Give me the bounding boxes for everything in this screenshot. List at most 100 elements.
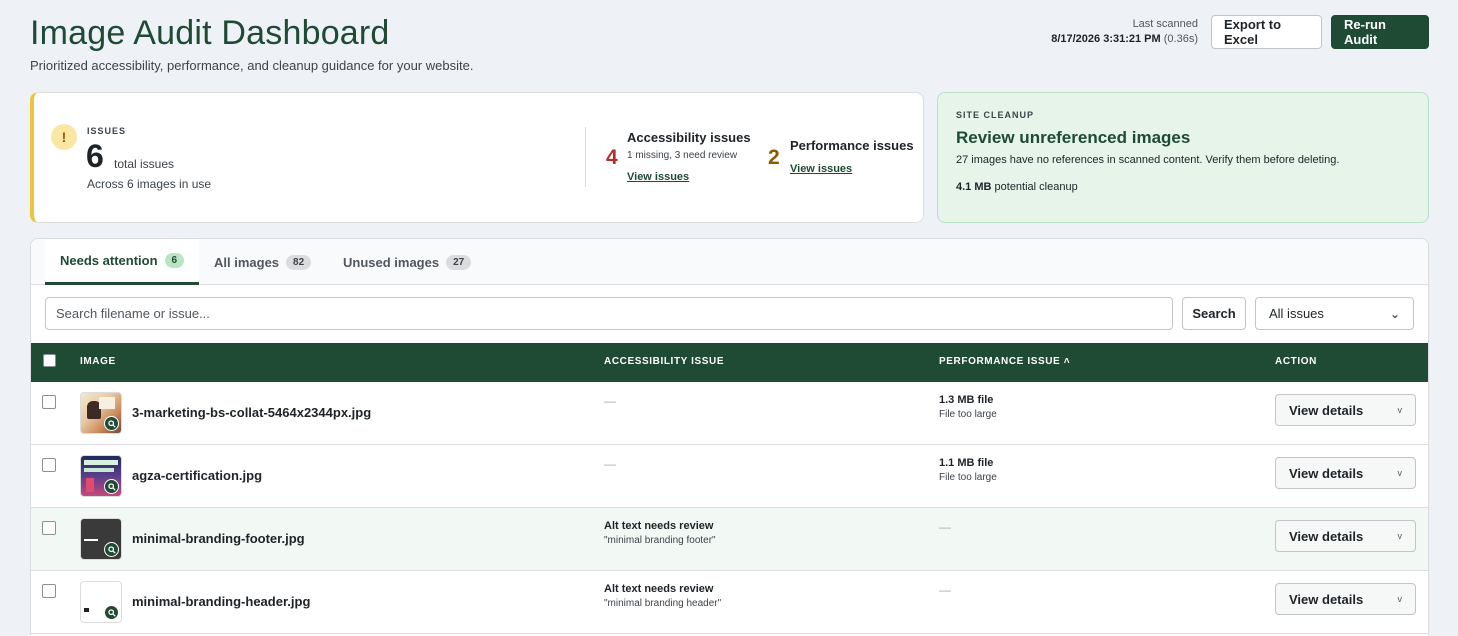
cleanup-size-value: 4.1 MB xyxy=(956,181,992,193)
chevron-down-icon: v xyxy=(1397,531,1403,541)
accessibility-view-issues-link[interactable]: View issues xyxy=(627,171,689,183)
issues-across: Across 6 images in use xyxy=(87,177,212,191)
site-cleanup-card: SITE CLEANUP Review unreferenced images … xyxy=(937,92,1429,223)
search-input[interactable] xyxy=(45,297,1173,330)
chevron-down-icon: v xyxy=(1397,594,1403,604)
accessibility-issue: Alt text needs review "minimal branding … xyxy=(604,520,716,546)
cleanup-description: 27 images have no references in scanned … xyxy=(956,154,1340,166)
issues-count: 6 xyxy=(86,138,104,174)
accessibility-count: 4 xyxy=(606,146,618,169)
row-checkbox[interactable] xyxy=(42,584,56,598)
chevron-down-icon: ⌄ xyxy=(1389,306,1400,321)
rerun-audit-button[interactable]: Re-run Audit xyxy=(1331,15,1429,49)
view-details-button[interactable]: View details v xyxy=(1275,394,1416,426)
accessibility-issue-detail: "minimal branding header" xyxy=(604,598,722,609)
view-details-button[interactable]: View details v xyxy=(1275,520,1416,552)
tab-bar: Needs attention 6 All images 82 Unused i… xyxy=(31,239,1428,285)
last-scanned-value: 8/17/2026 3:31:21 PM xyxy=(1051,33,1161,45)
header-actions: Last scanned 8/17/2026 3:31:21 PM (0.36s… xyxy=(1051,15,1429,49)
row-checkbox[interactable] xyxy=(42,458,56,472)
tab-all-images[interactable]: All images 82 xyxy=(199,239,326,285)
search-button[interactable]: Search xyxy=(1182,297,1246,330)
cleanup-size-suffix: potential cleanup xyxy=(991,181,1078,193)
zoom-icon xyxy=(104,479,119,494)
page-header: Image Audit Dashboard Prioritized access… xyxy=(30,14,1429,76)
cleanup-size: 4.1 MB potential cleanup xyxy=(956,181,1078,193)
performance-view-issues-link[interactable]: View issues xyxy=(790,163,852,175)
view-details-button[interactable]: View details v xyxy=(1275,583,1416,615)
issues-divider xyxy=(585,127,586,187)
view-details-button[interactable]: View details v xyxy=(1275,457,1416,489)
performance-issue-detail: File too large xyxy=(939,409,997,420)
accessibility-issue-title: Alt text needs review xyxy=(604,583,714,595)
image-thumbnail[interactable] xyxy=(80,392,122,434)
tab-count-badge: 6 xyxy=(164,253,185,268)
col-header-accessibility[interactable]: ACCESSIBILITY ISSUE xyxy=(604,356,724,367)
accessibility-issue-title: Alt text needs review xyxy=(604,520,714,532)
performance-title: Performance issues xyxy=(790,138,914,153)
tab-needs-attention[interactable]: Needs attention 6 xyxy=(45,239,200,285)
issue-filter-select[interactable]: All issues ⌄ xyxy=(1255,297,1414,330)
col-header-action: ACTION xyxy=(1275,356,1317,367)
view-details-label: View details xyxy=(1289,402,1364,418)
accessibility-issue: — xyxy=(604,457,616,471)
tab-label: Needs attention xyxy=(60,253,158,268)
col-header-image: IMAGE xyxy=(80,356,116,367)
accessibility-issue-detail: "minimal branding footer" xyxy=(604,535,716,546)
tab-unused-images[interactable]: Unused images 27 xyxy=(328,239,486,285)
image-thumbnail[interactable] xyxy=(80,455,122,497)
tab-count-badge: 27 xyxy=(446,254,472,270)
filter-value: All issues xyxy=(1269,306,1324,321)
images-panel: Needs attention 6 All images 82 Unused i… xyxy=(30,238,1429,636)
table-row: agza-certification.jpg — 1.1 MB file Fil… xyxy=(31,445,1428,508)
image-filename: 3-marketing-bs-collat-5464x2344px.jpg xyxy=(132,405,372,420)
last-scanned-label: Last scanned xyxy=(1132,18,1198,30)
performance-issue: — xyxy=(939,520,951,534)
image-thumbnail[interactable] xyxy=(80,518,122,560)
scan-info: Last scanned 8/17/2026 3:31:21 PM (0.36s… xyxy=(1051,17,1198,47)
tab-label: All images xyxy=(214,254,280,270)
accessibility-title: Accessibility issues xyxy=(627,130,751,145)
issues-total-label: total issues xyxy=(114,157,175,171)
performance-issue-title: 1.3 MB file xyxy=(939,394,994,406)
image-filename: minimal-branding-footer.jpg xyxy=(132,531,305,546)
image-filename: minimal-branding-header.jpg xyxy=(132,594,311,609)
cleanup-label: SITE CLEANUP xyxy=(956,110,1035,120)
view-details-label: View details xyxy=(1289,591,1364,607)
scan-duration: (0.36s) xyxy=(1163,33,1198,45)
table-header: IMAGE ACCESSIBILITY ISSUE PERFORMANCE IS… xyxy=(31,343,1428,382)
export-excel-button[interactable]: Export to Excel xyxy=(1211,15,1322,49)
cleanup-title: Review unreferenced images xyxy=(956,128,1191,147)
col-header-performance[interactable]: PERFORMANCE ISSUE ˄ xyxy=(939,356,1070,367)
performance-issue: — xyxy=(939,583,951,597)
zoom-icon xyxy=(104,605,119,620)
row-checkbox[interactable] xyxy=(42,521,56,535)
issues-label: ISSUES xyxy=(87,126,127,136)
table-row: minimal-branding-header.jpg Alt text nee… xyxy=(31,571,1428,634)
page-subtitle: Prioritized accessibility, performance, … xyxy=(30,58,474,73)
zoom-icon xyxy=(104,416,119,431)
performance-count: 2 xyxy=(768,146,780,169)
tab-count-badge: 82 xyxy=(286,254,312,270)
performance-issue-detail: File too large xyxy=(939,472,997,483)
row-checkbox[interactable] xyxy=(42,395,56,409)
performance-issue: 1.3 MB file File too large xyxy=(939,394,997,420)
chevron-down-icon: v xyxy=(1397,405,1403,415)
performance-issue-title: 1.1 MB file xyxy=(939,457,994,469)
view-details-label: View details xyxy=(1289,465,1364,481)
image-filename: agza-certification.jpg xyxy=(132,468,263,483)
performance-issue: 1.1 MB file File too large xyxy=(939,457,997,483)
accessibility-sub: 1 missing, 3 need review xyxy=(627,150,738,161)
select-all-checkbox[interactable] xyxy=(43,354,56,367)
chevron-down-icon: v xyxy=(1397,468,1403,478)
view-details-label: View details xyxy=(1289,528,1364,544)
zoom-icon xyxy=(104,542,119,557)
table-row: minimal-branding-footer.jpg Alt text nee… xyxy=(31,508,1428,571)
table-row: 3-marketing-bs-collat-5464x2344px.jpg — … xyxy=(31,382,1428,445)
accessibility-issue: — xyxy=(604,394,616,408)
tab-label: Unused images xyxy=(343,254,440,270)
image-thumbnail[interactable] xyxy=(80,581,122,623)
warning-icon: ! xyxy=(51,124,77,150)
accessibility-issue: Alt text needs review "minimal branding … xyxy=(604,583,721,609)
issues-summary-card: ! ISSUES 6 total issues Across 6 images … xyxy=(30,92,924,223)
